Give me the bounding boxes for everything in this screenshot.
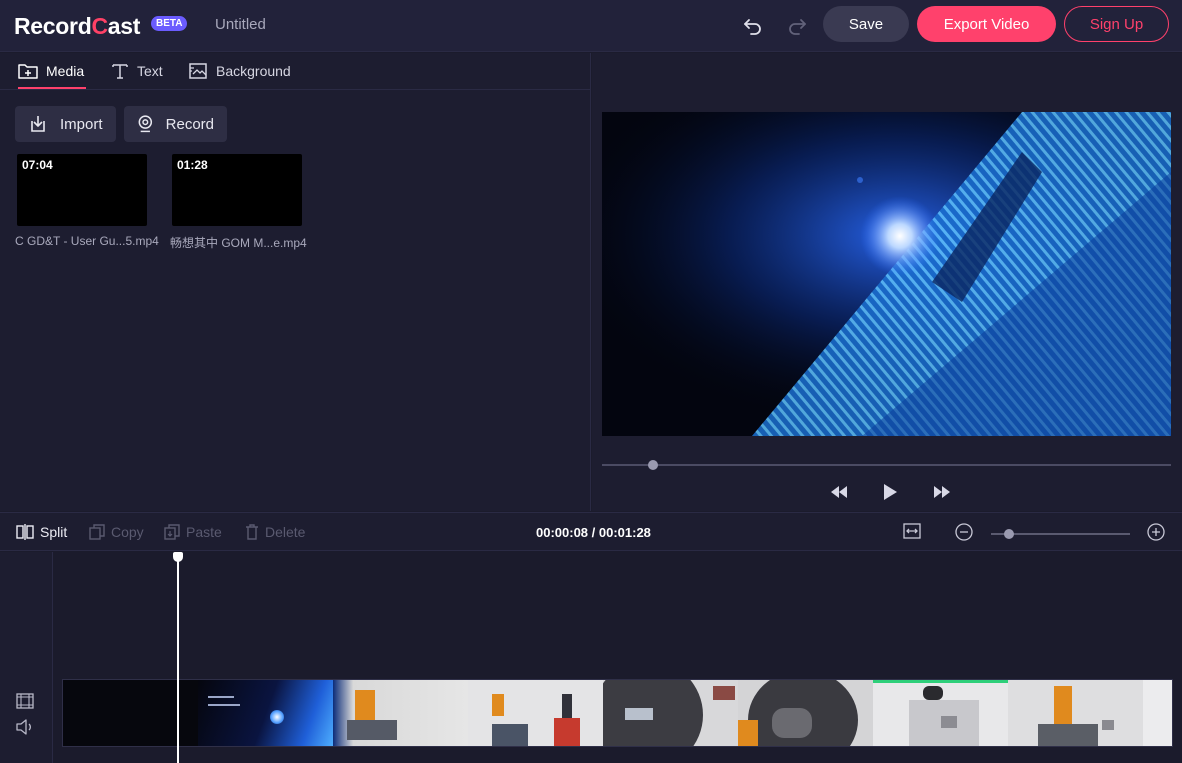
paste-button[interactable]: Paste [164, 524, 222, 540]
preview-panel [592, 53, 1182, 511]
clip-frame [468, 680, 603, 746]
play-icon[interactable] [878, 483, 902, 501]
zoom-in-icon[interactable] [1147, 523, 1171, 541]
clip-frame [333, 680, 468, 746]
import-icon [31, 116, 45, 132]
trash-icon [246, 524, 258, 540]
fit-timeline-icon[interactable] [903, 523, 927, 539]
zoom-slider[interactable] [991, 529, 1130, 539]
tab-media[interactable]: Media [18, 62, 84, 80]
delete-button[interactable]: Delete [245, 524, 305, 540]
import-button[interactable]: Import [15, 106, 116, 142]
timecode-display: 00:00:08 / 00:01:28 [536, 525, 651, 540]
paste-icon [164, 524, 180, 540]
copy-button[interactable]: Copy [89, 524, 144, 540]
video-track-icon [16, 693, 34, 714]
track-gutter [0, 552, 53, 763]
playhead-handle[interactable] [173, 552, 183, 562]
media-thumbnail[interactable]: 01:28 [172, 154, 302, 226]
redo-icon[interactable] [783, 12, 811, 40]
text-icon [112, 64, 128, 79]
playhead[interactable] [177, 552, 179, 763]
panel-tabs: Media Text Background [0, 53, 591, 90]
media-item[interactable]: 01:28 畅想其中 GOM M...e.mp4 [170, 154, 307, 251]
copy-icon [89, 524, 105, 540]
clip-frame [198, 680, 333, 746]
split-icon [16, 524, 34, 540]
media-duration: 07:04 [22, 158, 53, 172]
media-duration: 01:28 [177, 158, 208, 172]
zoom-slider-handle[interactable] [1004, 529, 1015, 539]
sign-up-button[interactable]: Sign Up [1064, 6, 1169, 42]
media-panel: Media Text Background Import Record 07:0… [0, 53, 591, 511]
undo-icon[interactable] [739, 12, 767, 40]
seek-handle[interactable] [648, 460, 659, 470]
document-title[interactable]: Untitled [215, 16, 266, 33]
media-thumbnail[interactable]: 07:04 [17, 154, 147, 226]
beta-badge: BETA [151, 16, 188, 31]
clip-frame [1143, 680, 1172, 746]
timeline-toolbar: Split Copy Paste Delete 00:00:08 / 00:01… [0, 512, 1182, 551]
record-button[interactable]: Record [124, 106, 227, 142]
clip-frame [873, 680, 1008, 746]
save-button[interactable]: Save [823, 6, 909, 42]
background-icon [189, 63, 207, 79]
folder-plus-icon [18, 64, 38, 79]
tab-background[interactable]: Background [189, 62, 291, 80]
video-clip[interactable] [62, 679, 1173, 747]
active-tab-indicator [18, 87, 86, 89]
video-frame-image [602, 112, 1171, 436]
clip-frame [603, 680, 738, 746]
clip-frame [1008, 680, 1143, 746]
tab-text[interactable]: Text [111, 62, 163, 80]
split-button[interactable]: Split [16, 524, 67, 540]
zoom-out-icon[interactable] [955, 523, 979, 541]
clip-frame [738, 680, 873, 746]
top-bar: RecordCast BETA Untitled Save Export Vid… [0, 0, 1182, 52]
export-video-button[interactable]: Export Video [917, 6, 1056, 42]
audio-volume-icon[interactable] [16, 719, 34, 740]
fast-forward-icon[interactable] [930, 483, 954, 501]
video-preview[interactable] [602, 112, 1171, 436]
media-filename: C GD&T - User Gu...5.mp4 [15, 234, 159, 248]
media-item[interactable]: 07:04 C GD&T - User Gu...5.mp4 [15, 154, 159, 248]
timeline[interactable] [0, 552, 1182, 763]
webcam-icon [138, 115, 153, 133]
playback-seek-bar[interactable] [602, 460, 1171, 470]
rewind-icon[interactable] [827, 483, 851, 501]
app-logo[interactable]: RecordCast [14, 13, 140, 40]
media-filename: 畅想其中 GOM M...e.mp4 [170, 236, 307, 250]
